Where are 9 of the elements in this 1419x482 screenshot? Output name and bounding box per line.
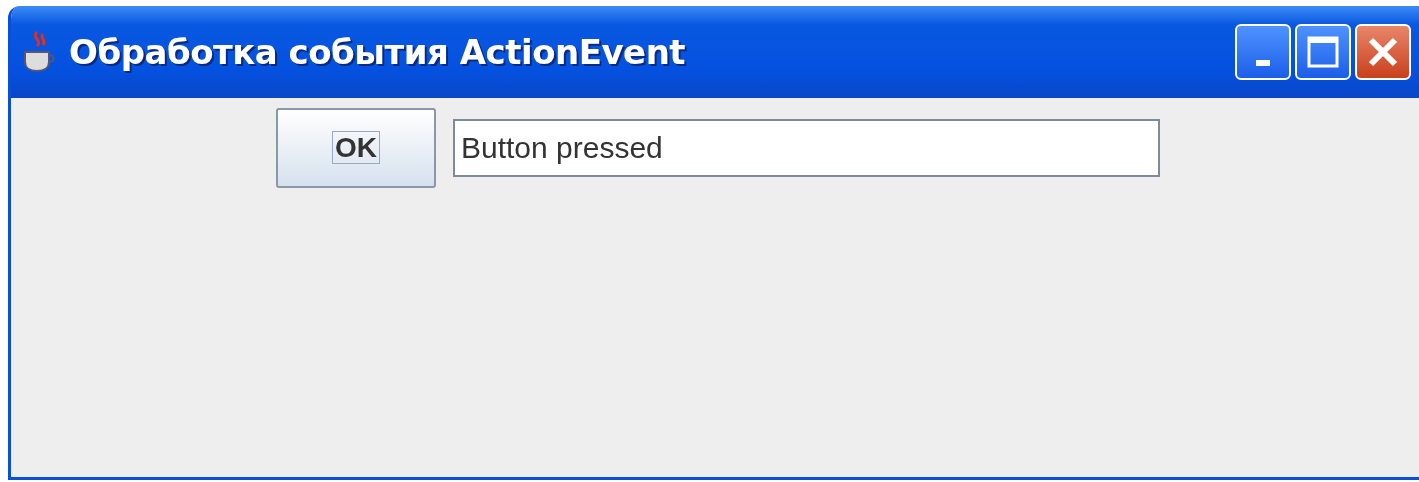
maximize-button[interactable] — [1295, 24, 1351, 80]
maximize-icon — [1306, 35, 1340, 69]
minimize-button[interactable] — [1235, 24, 1291, 80]
minimize-icon — [1256, 60, 1270, 66]
window-title: Обработка события ActionEvent — [69, 30, 686, 74]
close-button[interactable] — [1355, 24, 1411, 80]
ok-button[interactable]: OK — [276, 108, 436, 188]
close-icon — [1366, 35, 1400, 69]
text-field[interactable]: Button pressed — [453, 119, 1160, 177]
